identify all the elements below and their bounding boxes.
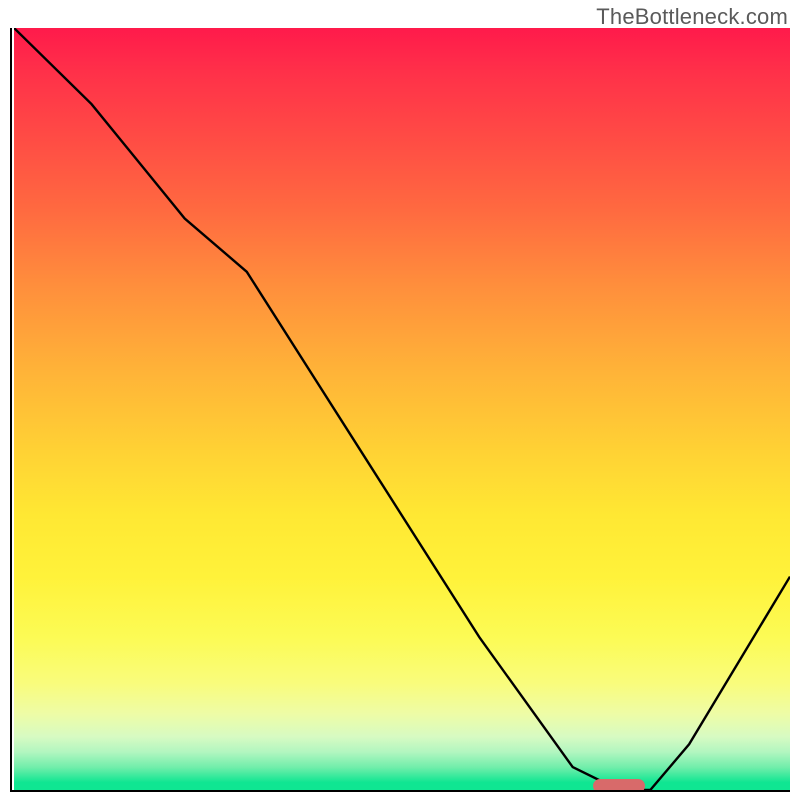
optimal-marker [593, 779, 645, 790]
watermark-text: TheBottleneck.com [596, 4, 788, 30]
curve-path [14, 28, 790, 790]
plot-area [14, 28, 790, 790]
chart-frame [10, 28, 790, 792]
bottleneck-curve [14, 28, 790, 790]
